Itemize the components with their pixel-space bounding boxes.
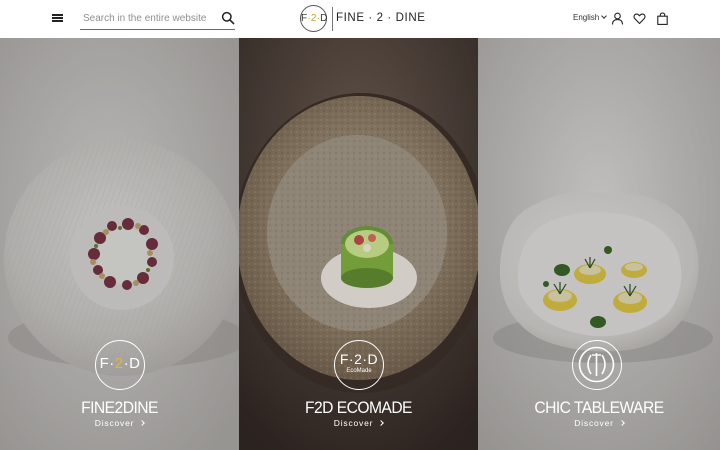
chevron-right-icon	[139, 420, 146, 426]
collection-panels: F·2·D FINE2DINE Discover F·2·D EcoMade F…	[0, 38, 720, 450]
bag-icon[interactable]	[656, 12, 669, 25]
logo-wordmark: FINE · 2 · DINE	[336, 12, 426, 24]
search-bar	[80, 8, 235, 30]
logo-mark: F·2·D	[300, 5, 327, 32]
discover-link[interactable]: Discover	[0, 418, 239, 428]
panel-title: CHIC TABLEWARE	[534, 398, 664, 417]
search-input[interactable]	[83, 10, 213, 27]
collection-panel-f2d-ecomade[interactable]: F·2·D EcoMade F2D ECOMADE Discover	[239, 38, 478, 450]
discover-link[interactable]: Discover	[239, 418, 478, 428]
fine2dine-logo-badge: F·2·D	[95, 340, 145, 390]
panel-title: F2D ECOMADE	[305, 398, 412, 417]
language-label: English	[573, 13, 600, 22]
logo-divider	[332, 7, 333, 31]
user-icon[interactable]	[611, 12, 624, 25]
collection-panel-chic-tableware[interactable]: CHIC TABLEWARE Discover	[478, 38, 720, 450]
chevron-right-icon	[378, 420, 385, 426]
discover-link[interactable]: Discover	[478, 418, 720, 428]
search-icon[interactable]	[221, 11, 235, 25]
chic-tableware-logo-badge	[572, 340, 622, 390]
site-header: F·2·D FINE · 2 · DINE English	[0, 0, 720, 38]
collection-panel-fine2dine[interactable]: F·2·D FINE2DINE Discover	[0, 38, 239, 450]
chevron-down-icon	[601, 13, 608, 19]
panel-title: FINE2DINE	[81, 398, 158, 417]
language-selector[interactable]: English	[573, 13, 608, 22]
menu-icon[interactable]	[52, 12, 64, 24]
chevron-right-icon	[618, 420, 625, 426]
ct-monogram-icon	[578, 346, 615, 383]
heart-icon[interactable]	[633, 12, 646, 25]
ecomade-logo-badge: F·2·D EcoMade	[334, 340, 384, 390]
